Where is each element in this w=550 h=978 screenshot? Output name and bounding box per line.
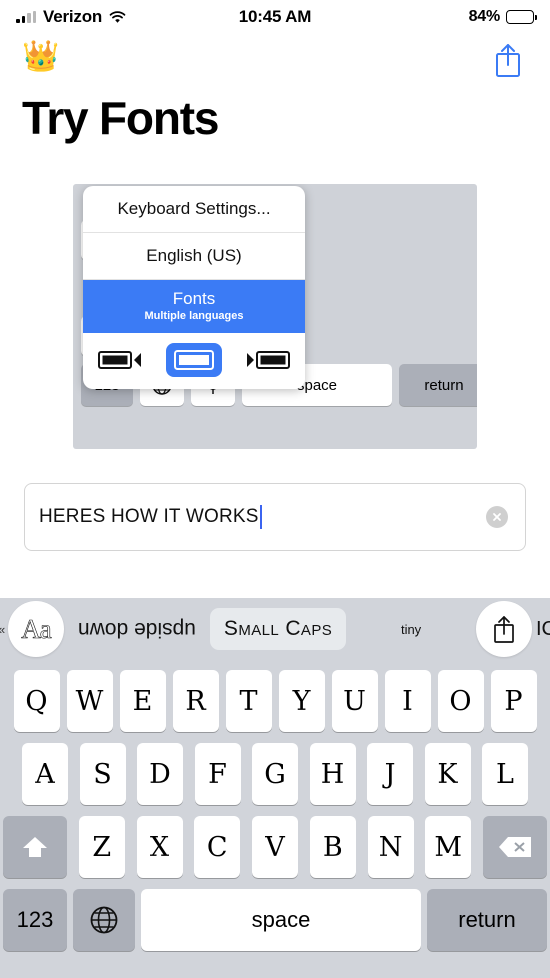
keyboard-left-icon[interactable] [92,343,148,377]
on-screen-keyboard: Q W E R T Y U I O P A S D F G H J K L Z … [0,660,550,978]
key-w[interactable]: W [66,670,113,732]
text-field-wrap: HERES HOW IT WORKS [0,449,550,552]
tutorial-illustration-wrap: I’m U I O P H J K L B N M [0,184,550,450]
key-j[interactable]: J [367,743,413,805]
keyboard-right-icon[interactable] [240,343,296,377]
cellular-bars-icon [16,11,36,23]
key-c[interactable]: C [194,816,241,878]
key-e[interactable]: E [119,670,166,732]
key-k[interactable]: K [424,743,471,805]
crown-icon: 👑 [22,40,60,73]
carrier-name: Verizon [43,7,103,26]
popup-english-us[interactable]: English (US) [83,233,305,281]
key-b[interactable]: B [309,816,356,878]
status-bar: Verizon 10:45 AM 84% [0,0,550,34]
font-picker-label: Aa [21,613,52,644]
key-d[interactable]: D [137,743,183,805]
key-i[interactable]: I [384,670,431,732]
return-key[interactable]: return [427,889,547,951]
key-q[interactable]: Q [13,670,60,732]
key-n[interactable]: N [367,816,414,878]
keyboard-switch-popup: Keyboard Settings... English (US) Fonts … [83,186,305,390]
font-bar-right: IC [476,601,550,657]
key-a[interactable]: A [22,743,68,805]
keyboard-full-icon[interactable] [166,343,222,378]
key-f[interactable]: F [194,743,241,805]
illustration-return-key: return [399,364,477,407]
key-m[interactable]: M [425,816,472,878]
numbers-key[interactable]: 123 [3,889,67,951]
globe-icon[interactable] [73,889,135,951]
popup-layout-options [83,333,305,389]
keyboard-row-2: A S D F G H J K L [0,743,550,805]
wifi-icon [109,10,126,24]
font-option-tiny[interactable]: tiny [387,613,435,646]
key-z[interactable]: Z [78,816,125,878]
status-bar-right: 84% [468,8,537,26]
font-bar-share-button[interactable] [476,601,532,657]
font-option-upside-down[interactable]: upside down [64,608,210,650]
font-option-small-caps[interactable]: Small Caps [209,608,347,650]
font-bar-peek-left: « [0,622,8,637]
font-bar-peek-right[interactable]: IC [536,618,550,641]
keyboard-row-1: Q W E R T Y U I O P [0,670,550,732]
key-x[interactable]: X [136,816,183,878]
tutorial-illustration: I’m U I O P H J K L B N M [73,184,477,450]
keyboard-row-4: 123 space return [0,889,550,951]
share-button[interactable] [490,40,526,80]
popup-fonts-subtitle: Multiple languages [144,310,244,323]
shift-arrow-icon[interactable] [3,816,67,878]
key-t[interactable]: T [225,670,272,732]
page-header: 👑 Try Fonts [0,34,550,142]
text-caret [259,505,263,530]
clear-circle-icon[interactable] [486,506,508,529]
key-s[interactable]: S [79,743,126,805]
font-style-bar: « Aa upside down Small Caps tiny IC [0,598,550,660]
backspace-icon[interactable] [483,816,547,878]
key-u[interactable]: U [331,670,378,732]
key-h[interactable]: H [309,743,356,805]
key-l[interactable]: L [482,743,528,805]
key-g[interactable]: G [252,743,298,805]
key-r[interactable]: R [172,670,219,732]
text-input-value: HERES HOW IT WORKS [39,506,259,528]
popup-fonts-title: Fonts [172,289,216,309]
popup-fonts-selected[interactable]: Fonts Multiple languages [83,280,305,334]
key-v[interactable]: V [252,816,298,878]
key-y[interactable]: Y [278,670,325,732]
keyboard-row-3: Z X C V B N M [0,816,550,878]
status-bar-left: Verizon [16,7,126,27]
space-key[interactable]: space [141,889,421,951]
font-picker-button[interactable]: Aa [8,601,64,657]
popup-keyboard-settings[interactable]: Keyboard Settings... [83,186,305,234]
key-p[interactable]: P [490,670,537,732]
text-input-field[interactable]: HERES HOW IT WORKS [24,483,526,552]
battery-icon [506,10,537,24]
key-o[interactable]: O [437,670,484,732]
page-title: Try Fonts [22,92,219,144]
battery-percent: 84% [468,8,501,25]
